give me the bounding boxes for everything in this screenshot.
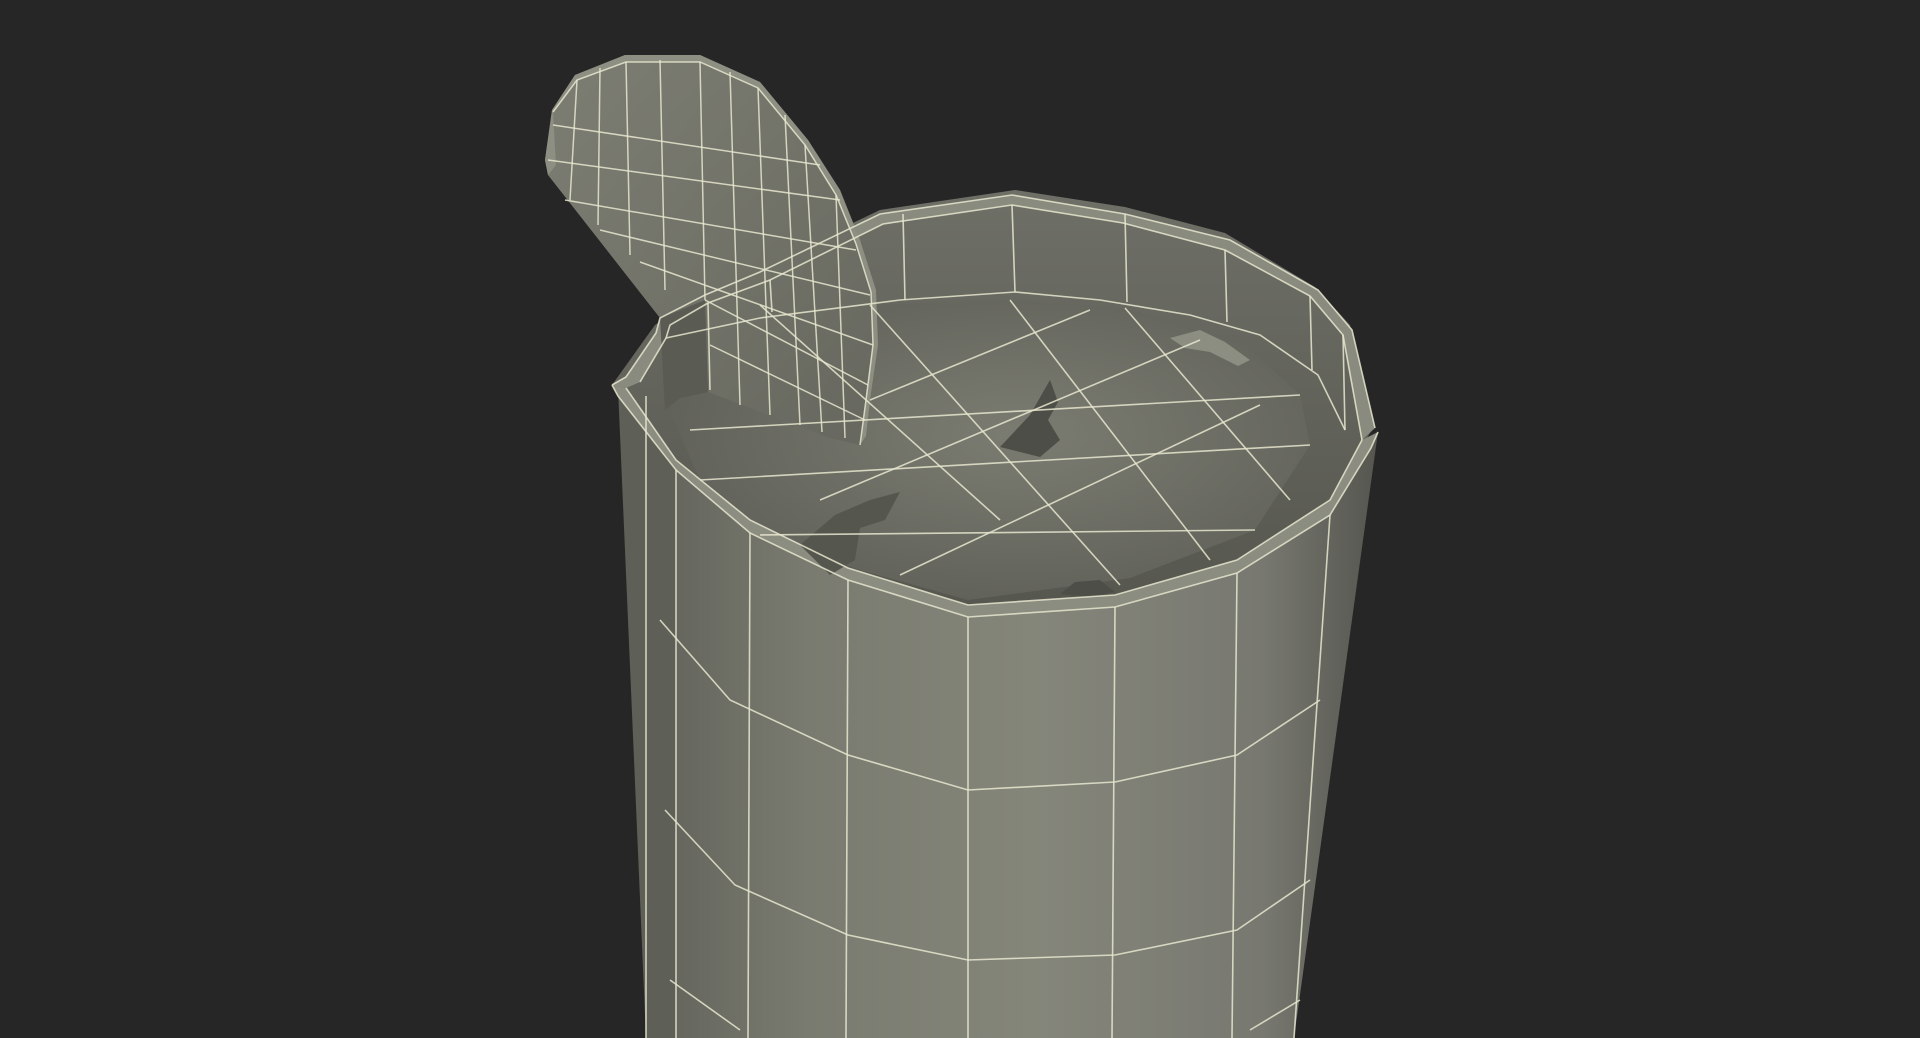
wireframe-render bbox=[545, 55, 1379, 1038]
lid-flap bbox=[545, 55, 878, 445]
render-viewport bbox=[0, 0, 1920, 1038]
